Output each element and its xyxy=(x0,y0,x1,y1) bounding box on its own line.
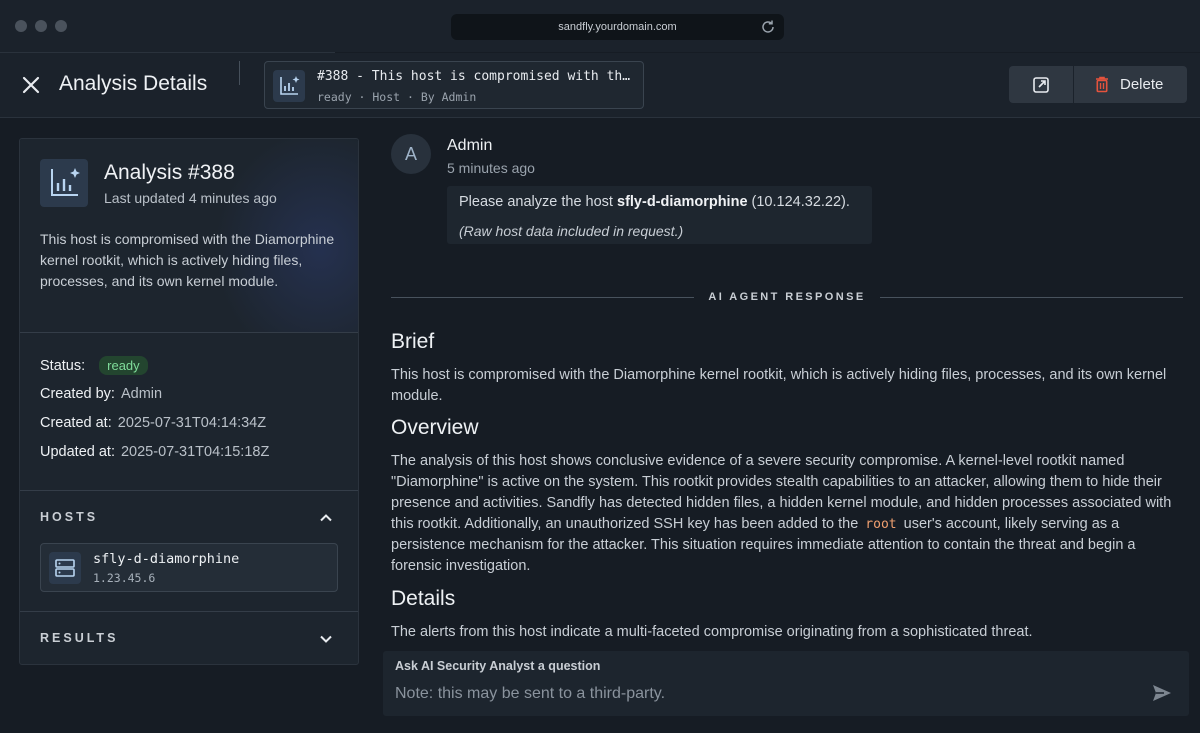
details-heading: Details xyxy=(391,587,456,610)
message-time: 5 minutes ago xyxy=(447,160,535,176)
chip-title: #388 - This host is compromised with the… xyxy=(317,69,637,84)
chevron-up-icon[interactable] xyxy=(318,510,334,526)
reload-icon[interactable] xyxy=(760,19,776,35)
window-zoom-dot[interactable] xyxy=(55,20,67,32)
status-badge: ready xyxy=(99,356,148,375)
page-title: Analysis Details xyxy=(59,72,208,95)
inline-code: root xyxy=(865,517,897,532)
created-at-value: 2025-07-31T04:14:34Z xyxy=(117,415,267,431)
ask-box: Ask AI Security Analyst a question xyxy=(383,651,1189,716)
server-icon xyxy=(49,552,81,584)
details-text: The alerts from this host indicate a mul… xyxy=(391,624,1033,640)
status-label: Status: xyxy=(40,358,86,374)
address-url: sandfly.yourdomain.com xyxy=(558,21,677,33)
updated-at-label: Updated at: xyxy=(40,444,115,460)
created-by-value: Admin xyxy=(120,386,163,402)
analysis-sidebar: Analysis #388 Last updated 4 minutes ago… xyxy=(19,138,359,665)
message-note: (Raw host data included in request.) xyxy=(459,223,684,239)
delete-button[interactable]: Delete xyxy=(1074,66,1187,103)
overview-heading: Overview xyxy=(391,416,479,439)
analysis-chip[interactable]: #388 - This host is compromised with the… xyxy=(264,61,644,109)
analysis-updated: Last updated 4 minutes ago xyxy=(104,190,277,206)
divider xyxy=(20,611,358,612)
created-by-label: Created by: xyxy=(40,386,115,402)
avatar: A xyxy=(391,134,431,174)
message-text: Please analyze the host sfly-d-diamorphi… xyxy=(459,194,850,210)
created-at-label: Created at: xyxy=(40,415,112,431)
analysis-chart-icon xyxy=(40,159,88,207)
results-section-label: RESULTS xyxy=(40,631,119,645)
host-ip: 1.23.45.6 xyxy=(93,571,156,585)
host-card[interactable]: sfly-d-diamorphine 1.23.45.6 xyxy=(40,543,338,592)
created-by-row: Created by: Admin xyxy=(40,386,162,402)
analysis-summary: Analysis #388 Last updated 4 minutes ago… xyxy=(20,139,358,333)
ask-input[interactable] xyxy=(395,683,1135,705)
brief-heading: Brief xyxy=(391,330,435,353)
app-header: Analysis Details #388 - This host is com… xyxy=(0,53,1200,118)
status-row: Status: ready xyxy=(40,356,148,375)
external-link-icon xyxy=(1033,77,1049,93)
analysis-chart-icon xyxy=(273,70,305,102)
delete-label: Delete xyxy=(1120,76,1164,93)
header-divider xyxy=(239,61,240,85)
updated-at-value: 2025-07-31T04:15:18Z xyxy=(120,444,270,460)
message-host: sfly-d-diamorphine xyxy=(617,194,748,210)
analysis-title: Analysis #388 xyxy=(104,161,235,184)
overview-text: The analysis of this host shows conclusi… xyxy=(391,453,1172,574)
created-at-row: Created at: 2025-07-31T04:14:34Z xyxy=(40,415,266,431)
close-icon[interactable] xyxy=(20,74,42,96)
open-external-button[interactable] xyxy=(1009,66,1073,103)
window-minimize-dot[interactable] xyxy=(35,20,47,32)
browser-chrome: sandfly.yourdomain.com xyxy=(0,0,1200,52)
chevron-down-icon[interactable] xyxy=(318,631,334,647)
divider xyxy=(20,490,358,491)
brief-text: This host is compromised with the Diamor… xyxy=(391,367,1167,404)
response-divider-right xyxy=(880,297,1183,298)
hosts-section-label: HOSTS xyxy=(40,510,99,524)
ask-label: Ask AI Security Analyst a question xyxy=(395,659,601,673)
updated-at-row: Updated at: 2025-07-31T04:15:18Z xyxy=(40,444,269,460)
analysis-description: This host is compromised with the Diamor… xyxy=(40,231,335,289)
send-icon[interactable] xyxy=(1150,681,1174,705)
host-name: sfly-d-diamorphine xyxy=(93,551,240,567)
message-bubble: Please analyze the host sfly-d-diamorphi… xyxy=(447,186,872,244)
response-divider-left xyxy=(391,297,694,298)
trash-icon xyxy=(1096,76,1108,93)
response-divider-label: AI AGENT RESPONSE xyxy=(708,291,866,303)
window-close-dot[interactable] xyxy=(15,20,27,32)
chip-subtitle: ready · Host · By Admin xyxy=(317,90,477,104)
address-bar[interactable]: sandfly.yourdomain.com xyxy=(451,14,784,40)
message-author: Admin xyxy=(447,137,493,154)
